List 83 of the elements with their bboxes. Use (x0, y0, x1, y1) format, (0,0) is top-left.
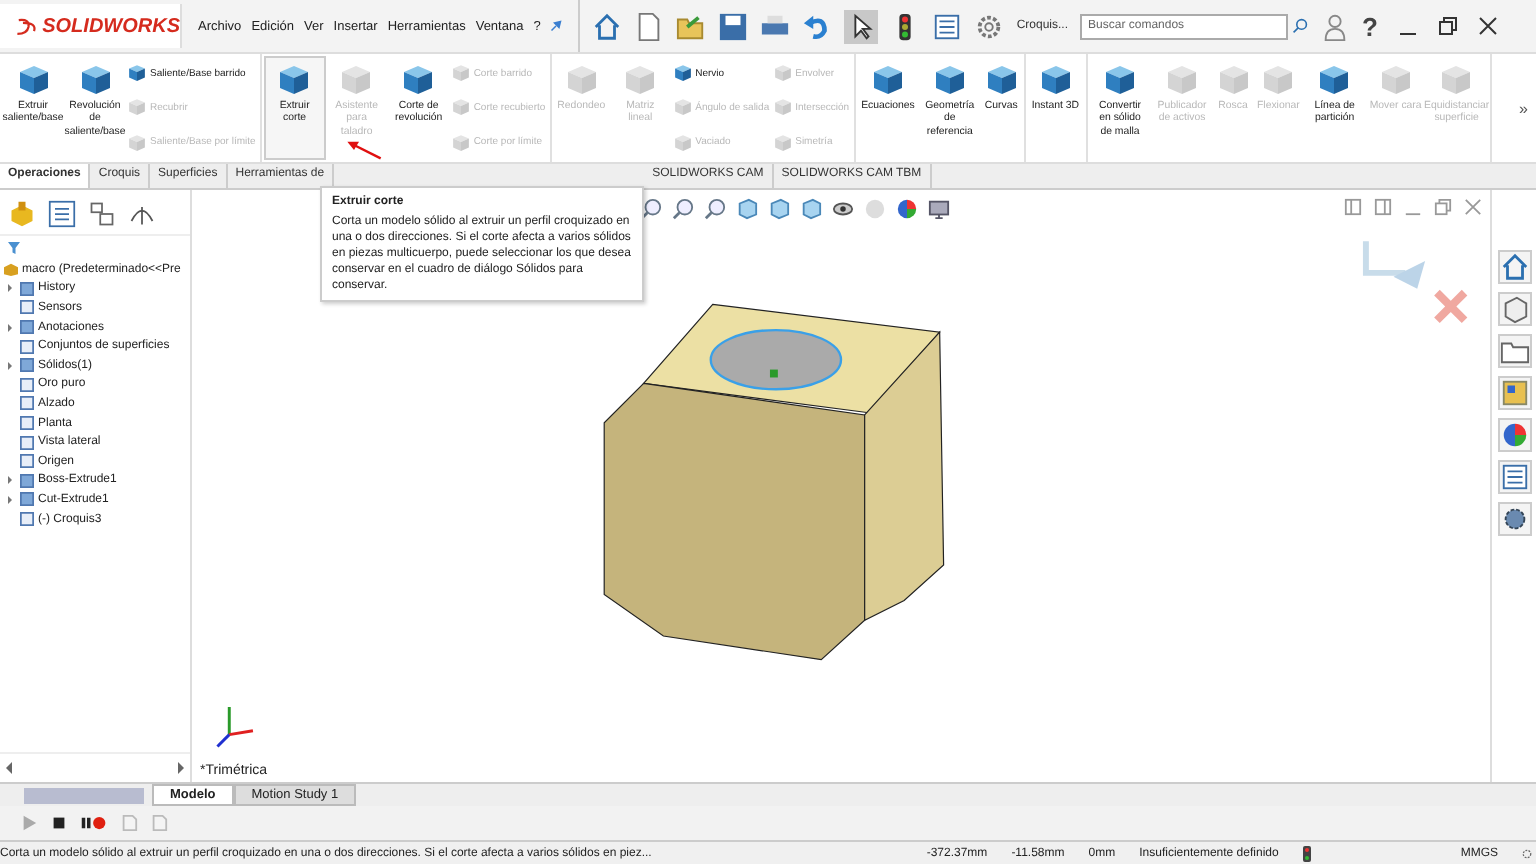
cube-icon (1217, 64, 1249, 96)
cube-icon (933, 64, 966, 96)
view-cube-icon[interactable] (768, 198, 790, 220)
property-list-icon[interactable] (48, 200, 76, 228)
cube-icon (451, 64, 470, 83)
cube-icon (985, 64, 1018, 96)
gear-icon[interactable] (1497, 502, 1531, 536)
cube-icon (673, 64, 692, 83)
caret-icon[interactable] (8, 495, 12, 504)
print-icon[interactable] (760, 11, 791, 41)
cube-icon (1166, 64, 1198, 96)
cube-icon (278, 64, 311, 96)
settings-icon[interactable] (974, 11, 1005, 41)
cube-icon (565, 64, 598, 96)
cube-icon (1318, 64, 1351, 96)
ds-logo-icon (16, 15, 39, 37)
configuration-icon[interactable] (88, 200, 116, 228)
restore-icon[interactable] (1437, 16, 1458, 36)
axis-triad-drawing (216, 707, 254, 748)
cube-icon (1262, 64, 1295, 96)
app-name: SOLIDWORKS (42, 15, 180, 37)
cube-icon (17, 64, 49, 96)
filter-icon[interactable] (8, 242, 20, 254)
view-cube-icon[interactable] (800, 198, 822, 220)
caret-icon[interactable] (8, 476, 12, 485)
user-icon[interactable] (1320, 11, 1351, 41)
color-ball-icon[interactable] (896, 198, 918, 220)
scroll-right-icon[interactable] (178, 762, 184, 774)
settings-icon[interactable] (1522, 845, 1532, 861)
folder-icon[interactable] (1497, 334, 1531, 368)
cube-icon (1440, 64, 1473, 96)
cube-icon (673, 133, 692, 152)
cube-icon (773, 133, 792, 152)
pause-record-icon[interactable] (80, 814, 108, 832)
zoom-icon[interactable] (672, 198, 694, 220)
cube-icon (624, 64, 657, 96)
cube-icon (402, 64, 435, 96)
zoom-icon[interactable] (640, 198, 662, 220)
select-cursor-icon[interactable] (844, 9, 879, 43)
cube-icon (128, 133, 146, 152)
cube-icon (773, 64, 792, 83)
list-options-icon[interactable] (932, 11, 963, 41)
cube-icon (673, 98, 692, 117)
undo-icon[interactable] (802, 11, 833, 41)
cube-icon (128, 98, 146, 117)
palette-icon[interactable] (1497, 376, 1531, 410)
list-icon[interactable] (1497, 460, 1531, 494)
new-document-icon[interactable] (634, 11, 665, 41)
pin-icon[interactable] (550, 20, 563, 32)
traffic-light-icon (1302, 845, 1313, 861)
help-button[interactable]: ? (1362, 11, 1378, 41)
home-icon[interactable] (592, 11, 623, 41)
cube-icon (451, 98, 470, 117)
block-model-drawing[interactable] (603, 303, 945, 661)
cube-icon (128, 64, 146, 83)
scroll-left-icon[interactable] (6, 762, 12, 774)
more-commands-button[interactable]: » (1519, 99, 1536, 117)
caret-icon[interactable] (8, 323, 12, 332)
cube-icon (773, 98, 792, 117)
cube-icon (871, 64, 904, 96)
eye-icon[interactable] (832, 198, 854, 220)
cube-icon (79, 64, 111, 96)
tile-left-icon[interactable] (1344, 198, 1362, 216)
cube-icon (1379, 64, 1412, 96)
cube-icon (1039, 64, 1072, 96)
view-cube-icon[interactable] (736, 198, 758, 220)
cube-icon (340, 64, 373, 96)
cube-icon (1104, 64, 1136, 96)
part-icon (4, 262, 18, 277)
caret-icon[interactable] (8, 361, 12, 370)
tile-right-icon[interactable] (1374, 198, 1392, 216)
monitor-icon[interactable] (928, 198, 950, 220)
close-icon[interactable] (1477, 16, 1498, 36)
save-icon[interactable] (718, 11, 749, 41)
cube-icon (451, 133, 470, 152)
open-folder-icon[interactable] (676, 11, 707, 41)
search-icon (1292, 18, 1309, 34)
cube-icon[interactable] (1497, 292, 1531, 326)
stop-icon[interactable] (50, 814, 68, 832)
part-icon[interactable] (8, 200, 36, 228)
zoom-icon[interactable] (704, 198, 726, 220)
annotation-arrow (344, 138, 384, 162)
caret-icon[interactable] (8, 284, 12, 293)
